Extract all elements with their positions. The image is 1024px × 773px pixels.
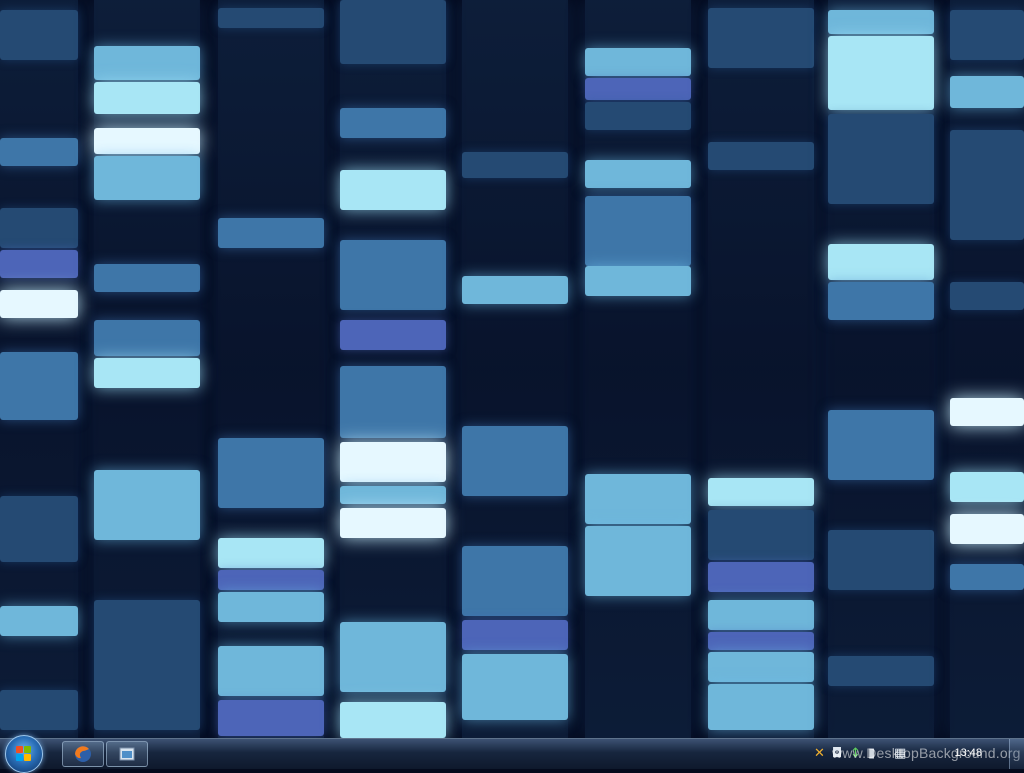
- gel-band: [94, 128, 200, 154]
- gel-band: [218, 592, 324, 622]
- gel-band: [585, 474, 691, 524]
- gel-band: [462, 276, 568, 304]
- gel-band: [218, 8, 324, 28]
- firefox-icon: [75, 746, 91, 762]
- gel-band: [950, 514, 1024, 544]
- gel-band: [0, 208, 78, 248]
- gel-band: [340, 0, 446, 64]
- gel-band: [708, 632, 814, 650]
- gel-band: [462, 620, 568, 650]
- gel-band: [828, 656, 934, 686]
- gel-band: [708, 652, 814, 682]
- gel-lane: [462, 0, 568, 738]
- gel-band: [218, 646, 324, 696]
- gel-band: [585, 160, 691, 188]
- gel-band: [828, 244, 934, 280]
- gel-band: [828, 530, 934, 590]
- gel-band: [94, 470, 200, 540]
- gel-band: [828, 36, 934, 110]
- gel-band: [585, 266, 691, 296]
- taskbar-clock[interactable]: 13:48: [954, 747, 982, 759]
- gel-band: [950, 76, 1024, 108]
- gel-band: [708, 510, 814, 560]
- gel-band: [828, 10, 934, 34]
- gel-band: [340, 486, 446, 504]
- gel-lane: [218, 0, 324, 738]
- gel-band: [950, 10, 1024, 60]
- show-desktop-button[interactable]: [1009, 739, 1024, 769]
- gel-band: [0, 496, 78, 562]
- gel-band: [340, 240, 446, 310]
- gel-band: [218, 438, 324, 508]
- gel-band: [94, 320, 200, 356]
- gel-band: [340, 442, 446, 482]
- gel-band: [462, 426, 568, 496]
- gel-band: [0, 10, 78, 60]
- gel-band: [218, 700, 324, 736]
- firefox-taskbar-button[interactable]: [62, 741, 104, 767]
- desktop-wallpaper: [0, 0, 1024, 738]
- taskbar: ✕ ◘ ↕ ▮ ▦ www.DesktopBackground.org 13:4…: [0, 735, 1024, 773]
- gel-band: [0, 690, 78, 730]
- gel-band: [340, 320, 446, 350]
- tools-icon[interactable]: ✕: [814, 747, 825, 761]
- gel-band: [94, 264, 200, 292]
- gel-band: [340, 508, 446, 538]
- gel-band: [708, 142, 814, 170]
- gel-band: [708, 8, 814, 68]
- gel-lane: [950, 0, 1024, 738]
- gel-band: [585, 78, 691, 100]
- gel-band: [828, 114, 934, 204]
- gel-lane: [828, 0, 934, 738]
- gel-band: [950, 472, 1024, 502]
- watermark-text: www.DesktopBackground.org: [832, 745, 1021, 761]
- gel-band: [218, 218, 324, 248]
- gel-band: [0, 352, 78, 420]
- gel-band: [94, 46, 200, 80]
- gel-lane: [708, 0, 814, 738]
- gel-band: [585, 526, 691, 596]
- gel-band: [340, 702, 446, 738]
- gel-band: [950, 398, 1024, 426]
- gel-band: [0, 290, 78, 318]
- gel-band: [708, 600, 814, 630]
- gel-band: [0, 138, 78, 166]
- gel-band: [94, 358, 200, 388]
- gel-band: [585, 48, 691, 76]
- gel-lane: [340, 0, 446, 738]
- gel-lane: [94, 0, 200, 738]
- gel-band: [708, 478, 814, 506]
- gel-band: [828, 410, 934, 480]
- gel-band: [340, 622, 446, 692]
- gel-band: [585, 196, 691, 266]
- gel-band: [462, 546, 568, 616]
- gel-band: [950, 282, 1024, 310]
- image-window-icon: [119, 747, 135, 761]
- gel-band: [218, 538, 324, 568]
- gel-band: [708, 684, 814, 730]
- gel-band: [218, 570, 324, 590]
- gel-band: [585, 102, 691, 130]
- gel-band: [0, 250, 78, 278]
- gel-band: [94, 156, 200, 200]
- gel-band: [94, 600, 200, 730]
- gel-lane: [585, 0, 691, 738]
- gel-lane: [0, 0, 78, 738]
- gel-band: [708, 562, 814, 592]
- gel-band: [950, 564, 1024, 590]
- gel-band: [462, 152, 568, 178]
- gel-band: [340, 366, 446, 438]
- gel-band: [340, 108, 446, 138]
- picture-viewer-taskbar-button[interactable]: [106, 741, 148, 767]
- gel-band: [828, 282, 934, 320]
- gel-band: [0, 606, 78, 636]
- windows-orb-icon[interactable]: [5, 735, 43, 773]
- gel-band: [462, 654, 568, 720]
- gel-band: [94, 82, 200, 114]
- gel-band: [340, 170, 446, 210]
- gel-band: [950, 130, 1024, 240]
